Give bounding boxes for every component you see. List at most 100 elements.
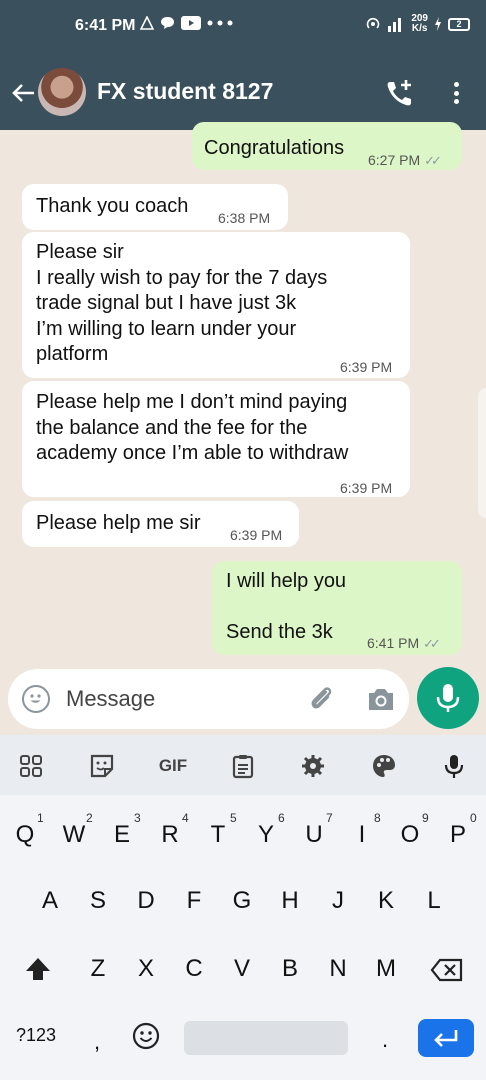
key-c[interactable]: C <box>174 955 214 983</box>
message-line: Please help me I don’t mind paying <box>36 391 348 413</box>
key-hint: 5 <box>230 811 237 825</box>
key-d[interactable]: D <box>126 887 166 915</box>
chat-bubble-icon <box>161 17 174 29</box>
message-time: 6:39 PM <box>340 480 393 496</box>
voice-record-button[interactable] <box>417 667 479 729</box>
settings-icon[interactable] <box>300 753 326 779</box>
backspace-icon[interactable] <box>430 957 464 983</box>
key-t[interactable]: T <box>198 821 238 849</box>
key-z[interactable]: Z <box>78 955 118 983</box>
space-bar[interactable] <box>184 1021 348 1055</box>
key-m[interactable]: M <box>366 955 406 983</box>
mic-icon <box>436 684 460 712</box>
shift-icon[interactable] <box>24 955 52 983</box>
key-r[interactable]: R <box>150 821 190 849</box>
warning-triangle-icon <box>140 16 154 30</box>
message-line: Send the 3k <box>226 620 333 643</box>
message-line: I will help you <box>226 570 347 592</box>
key-o[interactable]: O <box>390 821 430 849</box>
message-line <box>226 595 346 620</box>
key-e[interactable]: E <box>102 821 142 849</box>
contact-name[interactable]: FX student 8127 <box>97 78 273 105</box>
key-v[interactable]: V <box>222 955 262 983</box>
charging-icon <box>435 17 441 31</box>
key-n[interactable]: N <box>318 955 358 983</box>
key-hint: 6 <box>278 811 285 825</box>
message-time: 6:39 PM <box>230 527 283 543</box>
attach-icon[interactable] <box>306 683 336 713</box>
status-bar: 6:41 PM 209 K/s 2 <box>0 0 486 54</box>
key-hint: 8 <box>374 811 381 825</box>
comma-key[interactable]: , <box>94 1029 100 1055</box>
message-line: trade signal but I have just 3k <box>36 292 297 314</box>
youtube-icon <box>181 16 201 30</box>
key-hint: 0 <box>470 811 477 825</box>
message-line: Please sir <box>36 241 124 263</box>
back-arrow-icon[interactable] <box>10 80 36 106</box>
incoming-message[interactable]: Please sir I really wish to pay for the … <box>22 232 410 378</box>
key-k[interactable]: K <box>366 887 406 915</box>
keyboard: GIF Q W E R T Y U I O P 1 2 3 4 5 6 7 8 … <box>0 735 486 1080</box>
emoji-key-icon[interactable] <box>132 1022 160 1050</box>
message-line: I’m willing to learn under your <box>36 317 297 340</box>
avatar[interactable] <box>38 68 86 116</box>
speed-unit: K/s <box>411 23 428 34</box>
add-call-icon[interactable] <box>384 77 416 109</box>
incoming-message[interactable]: Please help me I don’t mind paying the b… <box>22 381 410 497</box>
apps-grid-icon[interactable] <box>18 753 44 779</box>
sticker-icon[interactable] <box>89 753 115 779</box>
network-speed: 209 K/s <box>411 14 428 34</box>
message-line: platform <box>36 343 109 365</box>
key-q[interactable]: Q <box>5 821 45 849</box>
key-l[interactable]: L <box>414 887 454 915</box>
message-line: I really wish to pay for the 7 days <box>36 266 328 289</box>
message-line: academy once I’m able to withdraw <box>36 442 349 464</box>
key-w[interactable]: W <box>54 821 94 849</box>
enter-icon <box>434 1030 458 1047</box>
message-text: Thank you coach <box>36 195 189 217</box>
key-b[interactable]: B <box>270 955 310 983</box>
key-x[interactable]: X <box>126 955 166 983</box>
message-text: Please help me I don’t mind paying the b… <box>36 390 348 467</box>
key-hint: 9 <box>422 811 429 825</box>
emoji-icon[interactable] <box>22 685 50 713</box>
battery-icon: 2 <box>448 17 470 31</box>
key-s[interactable]: S <box>78 887 118 915</box>
key-hint: 1 <box>37 811 44 825</box>
palette-icon[interactable] <box>371 753 397 779</box>
key-a[interactable]: A <box>30 887 70 915</box>
notification-icons <box>140 16 233 30</box>
message-placeholder: Message <box>66 686 156 711</box>
clipboard-icon[interactable] <box>230 753 256 779</box>
more-dots-icon <box>207 20 233 26</box>
message-time: 6:41 PM ✓✓ <box>367 631 441 657</box>
incoming-message[interactable]: Thank you coach 6:38 PM <box>22 184 288 230</box>
incoming-message[interactable]: Please help me sir 6:39 PM <box>22 501 299 547</box>
key-g[interactable]: G <box>222 887 262 915</box>
key-y[interactable]: Y <box>246 821 286 849</box>
message-text: Please help me sir <box>36 512 201 534</box>
key-hint: 3 <box>134 811 141 825</box>
key-i[interactable]: I <box>342 821 382 849</box>
key-u[interactable]: U <box>294 821 334 849</box>
symbols-key[interactable]: ?123 <box>16 1025 56 1046</box>
read-ticks-icon: ✓✓ <box>423 636 441 651</box>
gif-button[interactable]: GIF <box>155 753 191 779</box>
enter-key[interactable] <box>418 1019 474 1057</box>
outgoing-message[interactable]: I will help you Send the 3k 6:41 PM ✓✓ <box>212 561 462 655</box>
camera-icon[interactable] <box>366 685 396 713</box>
key-h[interactable]: H <box>270 887 310 915</box>
key-j[interactable]: J <box>318 887 358 915</box>
message-time: 6:39 PM <box>340 359 393 375</box>
scroll-handle[interactable] <box>478 388 486 518</box>
voice-input-icon[interactable] <box>441 753 467 779</box>
period-key[interactable]: . <box>382 1027 388 1053</box>
status-time: 6:41 PM <box>75 17 136 34</box>
keyboard-toolbar: GIF <box>0 735 486 795</box>
signal-icon <box>388 18 402 32</box>
key-hint: 4 <box>182 811 189 825</box>
outgoing-message[interactable]: Congratulations 6:27 PM ✓✓ <box>192 122 462 170</box>
key-f[interactable]: F <box>174 887 214 915</box>
overflow-menu-icon[interactable] <box>446 78 466 108</box>
key-p[interactable]: P <box>438 821 478 849</box>
